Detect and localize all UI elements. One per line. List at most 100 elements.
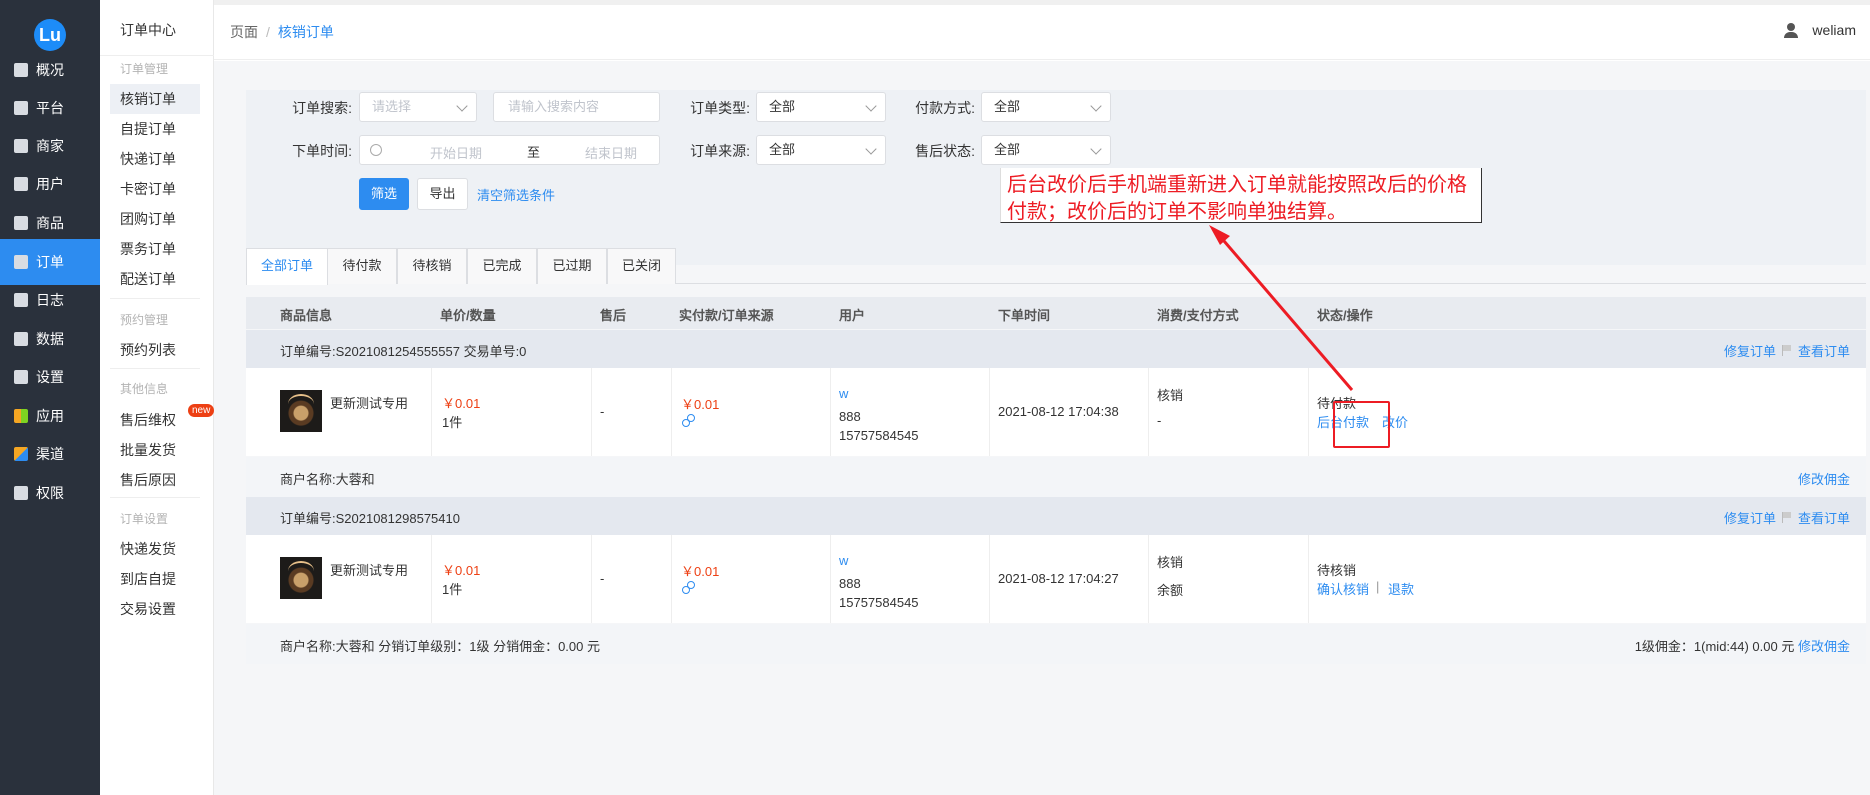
repair-order-link[interactable]: 修复订单 [1724, 341, 1776, 360]
tab-completed[interactable]: 已完成 [467, 248, 537, 284]
select-value: 全部 [769, 142, 796, 157]
confirm-verify-link[interactable]: 确认核销 [1317, 579, 1369, 598]
th-user: 用户 [839, 308, 866, 323]
subnav-item-aftersale[interactable]: 售后维权 new [110, 404, 215, 435]
lock-icon [14, 486, 28, 500]
clear-filter-link[interactable]: 清空筛选条件 [477, 185, 555, 204]
cell-user: w 888 15757584545 [831, 368, 990, 456]
cell-aftersale: - [592, 368, 672, 456]
monitor-icon [14, 101, 28, 115]
goods-icon [14, 216, 28, 230]
cell-status: 待核销 确认核销 | 退款 [1309, 535, 1866, 623]
order-tabs: 全部订单 待付款 待核销 已完成 已过期 已关闭 [246, 248, 1866, 285]
chevron-down-icon [865, 100, 877, 112]
subnav-item-express-ship[interactable]: 快递发货 [110, 534, 200, 564]
aftersale-select[interactable]: 全部 [981, 135, 1111, 165]
breadcrumb-root[interactable]: 页面 [230, 24, 258, 40]
subnav-item-label: 售后维权 [120, 412, 176, 428]
quantity: 1件 [442, 415, 463, 430]
quantity: 1件 [442, 582, 463, 597]
order-number: 订单编号:S2021081254555557 交易单号:0 [280, 344, 527, 359]
annotation-note: 后台改价后手机端重新进入订单就能按照改后的价格付款；改价后的订单不影响单独结算。 [1000, 168, 1482, 223]
product-name: 更新测试专用 [330, 396, 409, 411]
tab-all-orders[interactable]: 全部订单 [246, 248, 328, 285]
date-start[interactable]: 开始日期 [430, 143, 482, 162]
date-to: 至 [527, 145, 541, 160]
tab-closed[interactable]: 已关闭 [607, 248, 676, 284]
aftersale-label: 售后状态: [915, 143, 975, 159]
date-range-picker[interactable]: 开始日期 至 结束日期 [359, 135, 660, 165]
log-icon [14, 293, 28, 307]
order-actions: 修复订单 查看订单 [1724, 508, 1850, 527]
nav-label: 商家 [36, 138, 64, 154]
filter-button[interactable]: 筛选 [359, 178, 409, 210]
th-consume: 消费/支付方式 [1157, 308, 1239, 323]
user-nickname[interactable]: w [839, 553, 848, 568]
subnav-item-pickup-orders[interactable]: 自提订单 [110, 114, 200, 144]
flag-icon[interactable] [1781, 512, 1792, 523]
order-type-select[interactable]: 全部 [756, 92, 886, 122]
nav-item-permission[interactable]: 权限 [0, 470, 100, 516]
edit-commission-link[interactable]: 修改佣金 [1798, 639, 1850, 654]
refund-link[interactable]: 退款 [1388, 579, 1414, 598]
link-icon[interactable] [682, 414, 695, 427]
cell-paid: ￥0.01 [672, 368, 831, 456]
tab-pending-payment[interactable]: 待付款 [327, 248, 397, 284]
user-phone: 15757584545 [839, 428, 919, 443]
user-icon [1784, 23, 1799, 38]
order-bar: 订单编号:S2021081298575410 修复订单 查看订单 [246, 497, 1866, 535]
tab-expired[interactable]: 已过期 [537, 248, 607, 284]
subnav-item-delivery-orders[interactable]: 配送订单 [110, 264, 200, 294]
subnav-item-batch-ship[interactable]: 批量发货 [110, 435, 200, 465]
pay-method-select[interactable]: 全部 [981, 92, 1111, 122]
table-row: 更新测试专用 ￥0.01 1件 - ￥0.01 w 888 1575758454… [246, 535, 1866, 623]
user-nickname[interactable]: w [839, 386, 848, 401]
cell-user: w 888 15757584545 [831, 535, 990, 623]
subnav-item-card-orders[interactable]: 卡密订单 [110, 174, 200, 204]
date-end[interactable]: 结束日期 [585, 143, 637, 162]
subnav-item-trade-settings[interactable]: 交易设置 [110, 594, 200, 624]
th-product: 商品信息 [280, 308, 333, 323]
flag-icon[interactable] [1781, 345, 1792, 356]
search-input[interactable]: 请输入搜索内容 [493, 92, 660, 122]
link-icon[interactable] [682, 581, 695, 594]
repair-order-link[interactable]: 修复订单 [1724, 508, 1776, 527]
top-header: 页面 / 核销订单 weliam [214, 0, 1870, 60]
th-paid: 实付款/订单来源 [679, 308, 774, 323]
source-label: 订单来源: [690, 143, 750, 159]
view-order-link[interactable]: 查看订单 [1798, 508, 1850, 527]
commission-text: 1级佣金：1(mid:44) 0.00 元 [1634, 639, 1795, 654]
divider [110, 298, 200, 299]
paid-amount: ￥0.01 [681, 564, 720, 579]
order-bar: 订单编号:S2021081254555557 交易单号:0 修复订单 查看订单 [246, 330, 1866, 368]
subnav-item-ticket-orders[interactable]: 票务订单 [110, 234, 200, 264]
edit-commission-link[interactable]: 修改佣金 [1798, 472, 1850, 487]
cell-consume: 核销 余额 [1149, 535, 1309, 623]
subnav-item-group-orders[interactable]: 团购订单 [110, 204, 200, 234]
subnav-item-store-pickup[interactable]: 到店自提 [110, 564, 200, 594]
gear-icon [14, 370, 28, 384]
order-source-select[interactable]: 全部 [756, 135, 886, 165]
cell-price: ￥0.01 1件 [432, 368, 592, 456]
merchant-info: 商户名称:大蓉和 分销订单级别：1级 分销佣金：0.00 元 [280, 639, 600, 654]
divider [110, 497, 200, 498]
tab-pending-verify[interactable]: 待核销 [397, 248, 467, 284]
subnav-item-express-orders[interactable]: 快递订单 [110, 144, 200, 174]
subnav-item-reserve-list[interactable]: 预约列表 [110, 335, 200, 365]
cell-product: 更新测试专用 [246, 535, 432, 623]
subnav-group-label: 订单管理 [120, 62, 169, 76]
annotation-highlight-box [1333, 401, 1390, 448]
subnav-item-verify-orders[interactable]: 核销订单 [110, 84, 200, 114]
cell-product: 更新测试专用 [246, 368, 432, 456]
product-thumbnail[interactable] [280, 390, 322, 432]
export-button[interactable]: 导出 [417, 178, 468, 210]
search-field-select[interactable]: 请选择 [359, 92, 477, 122]
subnav-item-aftersale-reason[interactable]: 售后原因 [110, 465, 200, 495]
sub-nav: 订单中心 订单管理 核销订单 自提订单 快递订单 卡密订单 团购订单 票务订单 … [100, 0, 215, 795]
order-number: 订单编号:S2021081298575410 [280, 511, 460, 526]
cell-status: 待付款 后台付款 改价 [1309, 368, 1866, 456]
product-thumbnail[interactable] [280, 557, 322, 599]
merchant-right: 1级佣金：1(mid:44) 0.00 元 修改佣金 [1635, 636, 1850, 655]
user-menu[interactable]: weliam [1784, 22, 1856, 38]
view-order-link[interactable]: 查看订单 [1798, 341, 1850, 360]
